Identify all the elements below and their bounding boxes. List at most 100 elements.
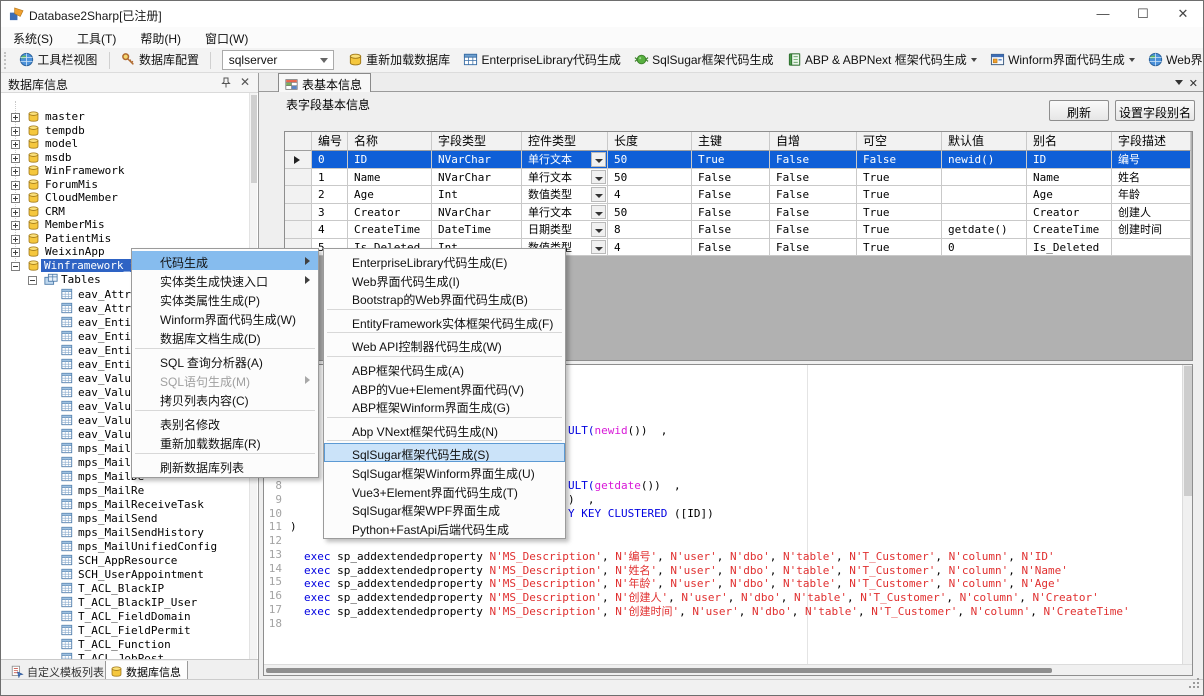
grid-cell[interactable]: 创建人 — [1112, 204, 1191, 222]
combo-dropdown-icon[interactable] — [591, 152, 606, 167]
grid-cell[interactable]: False — [770, 169, 857, 187]
codegen-submenu-item-17[interactable]: SqlSugar框架WPF界面生成 — [324, 499, 565, 518]
grid-cell[interactable]: 1 — [312, 169, 348, 187]
expand-icon[interactable] — [11, 180, 20, 189]
tree-table-item[interactable]: T_ACL_FieldDomain — [1, 610, 258, 624]
menu-item-0[interactable]: 系统(S) — [1, 27, 65, 48]
grid-cell[interactable]: True — [857, 169, 942, 187]
grid-cell[interactable]: 单行文本 — [522, 204, 608, 222]
codegen-submenu-item-9[interactable]: ABP的Vue+Element界面代码(V) — [324, 378, 565, 397]
web-codegen-button[interactable]: Web界面代码生成 — [1143, 48, 1204, 73]
tree-db-item[interactable]: ForumMis — [1, 178, 258, 192]
tree-db-item[interactable]: PatientMis — [1, 232, 258, 246]
tree-db-item[interactable]: tempdb — [1, 124, 258, 138]
grid-row-selector[interactable] — [285, 186, 312, 204]
maximize-button[interactable]: ☐ — [1123, 1, 1163, 27]
context-menu-item-10[interactable]: 表别名修改 — [132, 413, 318, 432]
grid-cell[interactable]: Int — [432, 186, 522, 204]
tree-table-item[interactable]: mps_MailSendHistory — [1, 526, 258, 540]
grid-cell[interactable]: DateTime — [432, 221, 522, 239]
expand-icon[interactable] — [11, 247, 20, 256]
expand-icon[interactable] — [11, 220, 20, 229]
grid-column-header[interactable]: 控件类型 — [522, 132, 608, 151]
grid-row-selector[interactable] — [285, 204, 312, 222]
codegen-submenu-item-0[interactable]: EnterpriseLibrary代码生成(E) — [324, 251, 565, 270]
grid-cell[interactable]: False — [692, 169, 770, 187]
grid-cell[interactable]: getdate() — [942, 221, 1027, 239]
editor-hscrollbar[interactable] — [264, 664, 1193, 675]
codegen-submenu-item-10[interactable]: ABP框架Winform界面生成(G) — [324, 396, 565, 415]
tree-table-item[interactable]: T_ACL_BlackIP_User — [1, 596, 258, 610]
grid-cell[interactable]: False — [692, 239, 770, 257]
codegen-submenu-item-6[interactable]: Web API控制器代码生成(W) — [324, 335, 565, 354]
grid-cell[interactable]: True — [857, 186, 942, 204]
grid-cell[interactable]: 4 — [608, 239, 692, 257]
refresh-button[interactable]: 刷新 — [1049, 100, 1109, 121]
tree-db-item[interactable]: msdb — [1, 151, 258, 165]
grid-column-header[interactable]: 字段类型 — [432, 132, 522, 151]
grid-cell[interactable]: NVarChar — [432, 169, 522, 187]
close-icon[interactable]: ✕ — [240, 75, 250, 89]
winform-codegen-button[interactable]: Winform界面代码生成 — [985, 48, 1140, 73]
grid-cell[interactable]: 年龄 — [1112, 186, 1191, 204]
context-menu-item-2[interactable]: 实体类属性生成(P) — [132, 289, 318, 308]
grid-cell[interactable]: 50 — [608, 204, 692, 222]
combo-dropdown-icon[interactable] — [591, 240, 606, 255]
grid-cell[interactable]: False — [692, 221, 770, 239]
grid-column-header[interactable]: 别名 — [1027, 132, 1112, 151]
context-menu-item-8[interactable]: 拷贝列表内容(C) — [132, 389, 318, 408]
grid-cell[interactable]: Name — [1027, 169, 1112, 187]
grid-column-header[interactable]: 自增 — [770, 132, 857, 151]
combo-dropdown-icon[interactable] — [591, 170, 606, 185]
grid-row-selector[interactable] — [285, 221, 312, 239]
vscrollbar-thumb[interactable] — [1184, 366, 1192, 496]
tab-table-info[interactable]: 表基本信息 — [278, 73, 371, 92]
grid-cell[interactable]: False — [770, 239, 857, 257]
grid-row-selector[interactable] — [285, 151, 312, 169]
tree-scrollbar-thumb[interactable] — [251, 95, 257, 183]
context-menu-item-11[interactable]: 重新加载数据库(R) — [132, 432, 318, 451]
codegen-submenu-item-15[interactable]: SqlSugar框架Winform界面生成(U) — [324, 462, 565, 481]
grid-cell[interactable] — [942, 169, 1027, 187]
tree-db-item[interactable]: master — [1, 110, 258, 124]
tree-table-item[interactable]: T_ACL_Function — [1, 638, 258, 652]
grid-cell[interactable]: True — [857, 239, 942, 257]
combo-dropdown-icon[interactable] — [591, 205, 606, 220]
hscrollbar-thumb[interactable] — [266, 668, 1052, 673]
pin-icon[interactable] — [220, 77, 232, 89]
codegen-submenu-item-16[interactable]: Vue3+Element界面代码生成(T) — [324, 481, 565, 500]
grid-cell[interactable]: 50 — [608, 151, 692, 169]
grid-column-header[interactable]: 字段描述 — [1112, 132, 1191, 151]
combo-dropdown-icon[interactable] — [591, 187, 606, 202]
codegen-submenu-item-14[interactable]: SqlSugar框架代码生成(S) — [324, 443, 565, 462]
context-menu-item-0[interactable]: 代码生成 — [132, 251, 318, 270]
grid-cell[interactable]: 创建时间 — [1112, 221, 1191, 239]
tree-table-item[interactable]: T_ACL_JobPost — [1, 652, 258, 659]
grid-cell[interactable]: NVarChar — [432, 151, 522, 169]
grid-column-header[interactable]: 默认值 — [942, 132, 1027, 151]
tree-table-item[interactable]: mps_MailRe — [1, 484, 258, 498]
menu-item-1[interactable]: 工具(T) — [65, 27, 128, 48]
grid-cell[interactable]: CreateTime — [1027, 221, 1112, 239]
grid-cell[interactable] — [942, 186, 1027, 204]
grid-row-selector[interactable] — [285, 169, 312, 187]
combo-dropdown-icon[interactable] — [591, 222, 606, 237]
bottom-tab-1[interactable]: 数据库信息 — [105, 661, 188, 680]
grid-cell[interactable]: False — [692, 186, 770, 204]
tree-db-item[interactable]: model — [1, 137, 258, 151]
set-field-alias-button[interactable]: 设置字段别名 — [1115, 100, 1195, 121]
codegen-submenu-item-12[interactable]: Abp VNext框架代码生成(N) — [324, 420, 565, 439]
tree-db-item[interactable]: MemberMis — [1, 218, 258, 232]
grid-cell[interactable]: True — [857, 221, 942, 239]
grid-column-header[interactable]: 可空 — [857, 132, 942, 151]
grid-cell[interactable]: 4 — [608, 186, 692, 204]
context-menu-item-13[interactable]: 刷新数据库列表 — [132, 456, 318, 475]
editor-vscrollbar[interactable] — [1182, 365, 1192, 664]
sqlsugar-codegen-button[interactable]: SqlSugar框架代码生成 — [629, 48, 778, 73]
grid-cell[interactable]: 单行文本 — [522, 151, 608, 169]
reload-database-button[interactable]: 重新加载数据库 — [343, 48, 455, 73]
grid-cell[interactable]: 编号 — [1112, 151, 1191, 169]
grid-cell[interactable]: ID — [1027, 151, 1112, 169]
context-menu-item-6[interactable]: SQL 查询分析器(A) — [132, 351, 318, 370]
tree-table-item[interactable]: T_ACL_BlackIP — [1, 582, 258, 596]
